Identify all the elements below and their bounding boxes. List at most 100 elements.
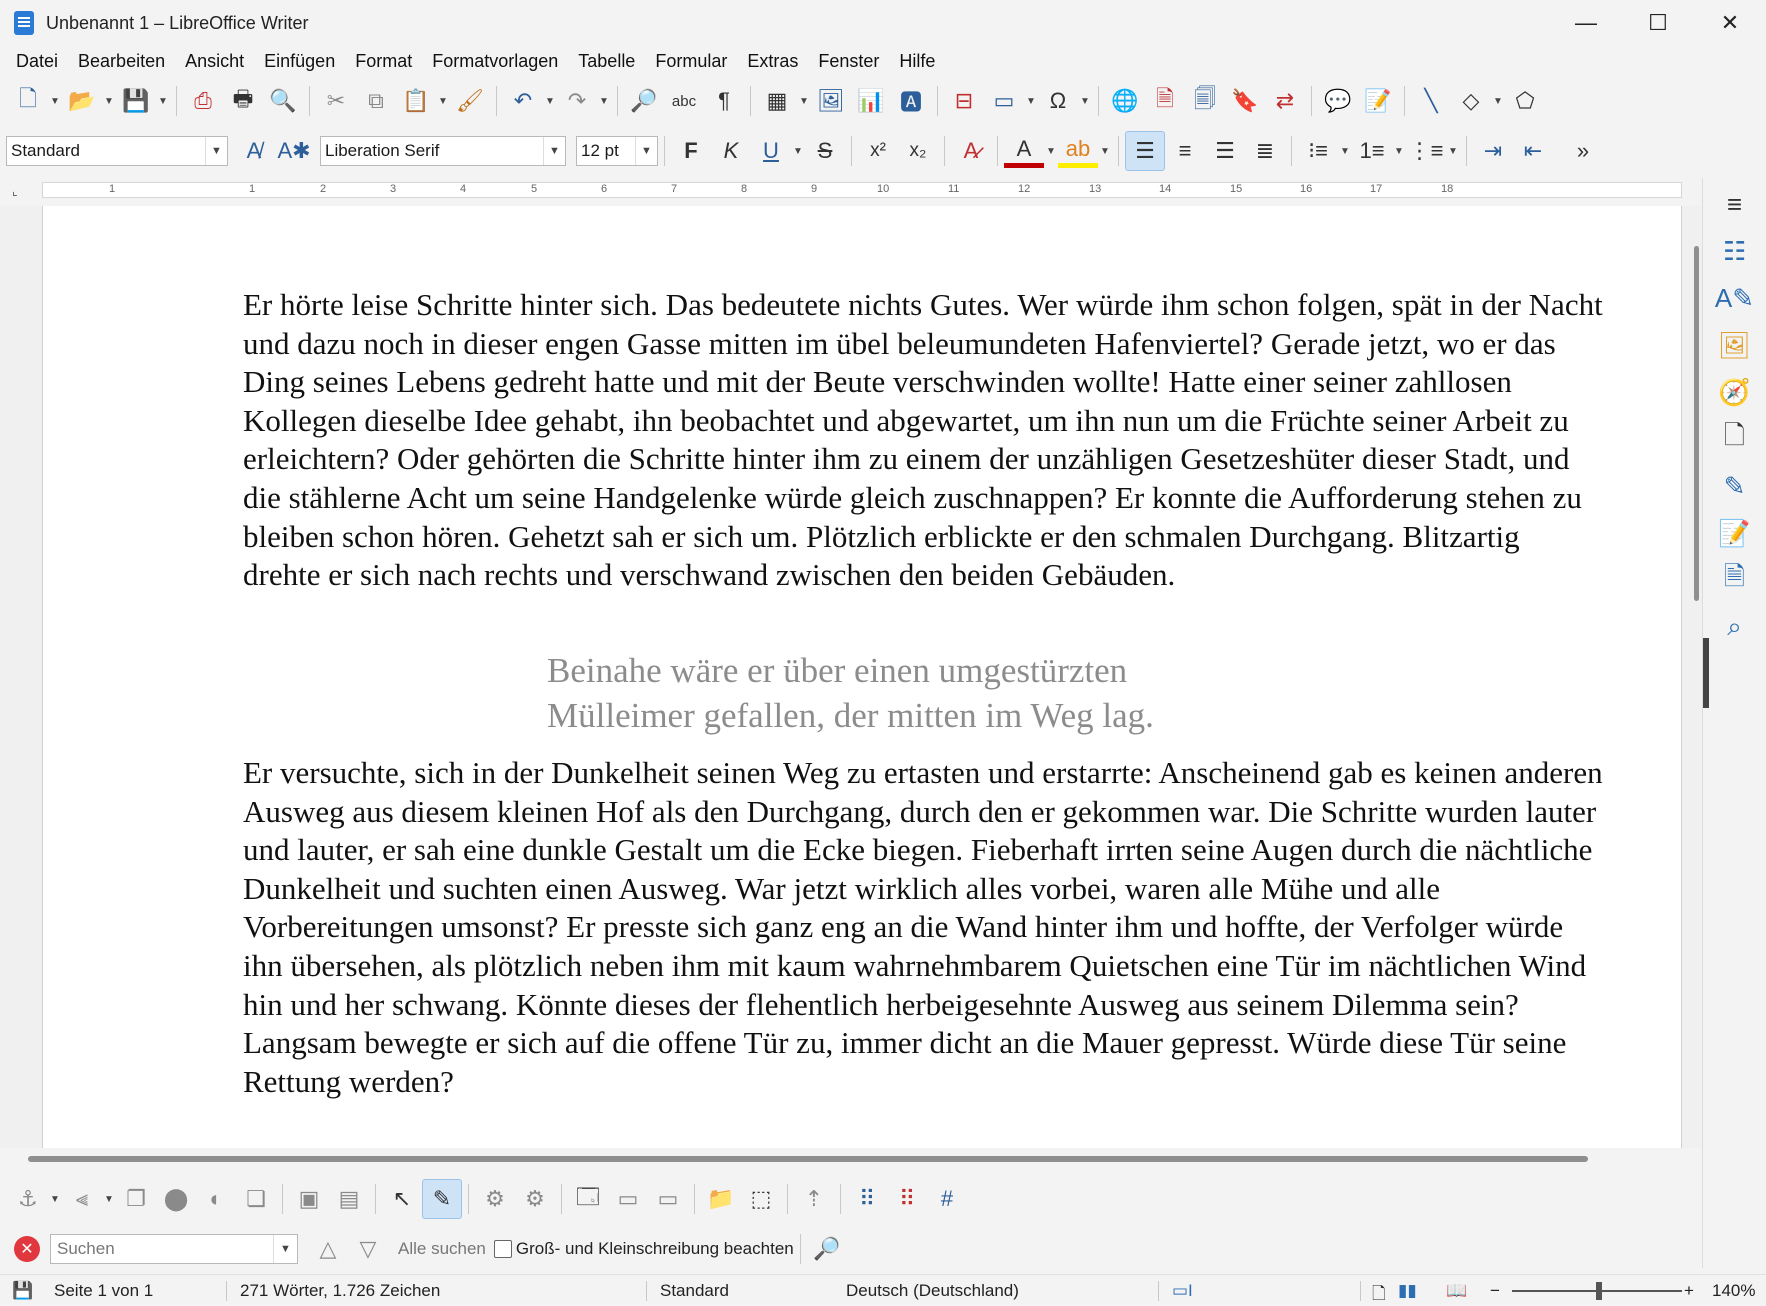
maximize-button[interactable]: ☐ (1622, 0, 1694, 46)
clear-formatting-icon[interactable]: A̷ (951, 131, 991, 171)
subscript-button[interactable]: x₂ (898, 131, 938, 171)
search-input[interactable]: Suchen ▼ (50, 1234, 298, 1264)
navigator-icon[interactable]: 🧭 (1715, 372, 1755, 412)
decrease-indent-icon[interactable]: ⇤ (1513, 131, 1553, 171)
justify-button[interactable]: ≣ (1245, 131, 1285, 171)
page-style-status[interactable]: Standard (660, 1281, 729, 1301)
extrusion-icon[interactable]: ⇡ (794, 1179, 834, 1219)
control-icon[interactable]: ▭ (608, 1179, 648, 1219)
chevron-down-icon[interactable]: ▼ (273, 1235, 297, 1263)
vertical-scroll-thumb[interactable] (1694, 246, 1699, 601)
page-break-icon[interactable]: ⊟ (944, 81, 984, 121)
footnote-icon[interactable]: 🗎 (1145, 81, 1185, 121)
find-all-button[interactable]: Alle suchen (398, 1239, 486, 1259)
find-sidebar-icon[interactable]: ⌕ (1715, 607, 1755, 647)
highlighting-dropdown-arrow[interactable]: ▼ (1098, 131, 1112, 171)
bullet-list-dropdown-arrow[interactable]: ▼ (1338, 131, 1352, 171)
menu-bearbeiten[interactable]: Bearbeiten (68, 51, 175, 72)
undo-icon[interactable]: ↶ (503, 81, 543, 121)
paste-icon[interactable]: 📋 (396, 81, 436, 121)
language-status[interactable]: Deutsch (Deutschland) (846, 1281, 1019, 1301)
menu-ansicht[interactable]: Ansicht (175, 51, 254, 72)
menu-format[interactable]: Format (345, 51, 422, 72)
quote-line-2[interactable]: Mülleimer gefallen, der mitten im Weg la… (547, 693, 1347, 738)
form-properties-icon[interactable]: ▭ (648, 1179, 688, 1219)
menu-einfuegen[interactable]: Einfügen (254, 51, 345, 72)
export-pdf-icon[interactable]: ⎙ (183, 81, 223, 121)
save-dropdown-arrow[interactable]: ▼ (156, 81, 170, 121)
gallery-icon[interactable]: 🖼 (1715, 325, 1755, 365)
find-next-icon[interactable]: ▽ (348, 1229, 388, 1269)
snap-to-grid-icon[interactable]: ⠿ (887, 1179, 927, 1219)
copy-icon[interactable]: ⧉ (356, 81, 396, 121)
highlighting-icon[interactable]: ab (1058, 134, 1098, 168)
styles-icon[interactable]: A✎ (1715, 278, 1755, 318)
new-dropdown-arrow[interactable]: ▼ (48, 81, 62, 121)
find-replace-icon[interactable]: 🔎 (807, 1229, 847, 1269)
page-icon[interactable]: 🗋 (1715, 419, 1755, 459)
document-page[interactable]: Er hörte leise Schritte hinter sich. Das… (42, 206, 1682, 1148)
multi-page-view-icon[interactable]: ▮▮ (1398, 1281, 1417, 1301)
redo-dropdown-arrow[interactable]: ▼ (597, 81, 611, 121)
to-background-icon[interactable]: ▤ (329, 1179, 369, 1219)
new-style-icon[interactable]: A✱ (274, 131, 314, 171)
basic-shapes-icon[interactable]: ◇ (1451, 81, 1491, 121)
single-page-view-icon[interactable]: 🗋 (1372, 1281, 1386, 1306)
print-icon[interactable]: 🖶 (223, 81, 263, 121)
font-color-dropdown-arrow[interactable]: ▼ (1044, 131, 1058, 171)
menu-formatvorlagen[interactable]: Formatvorlagen (422, 51, 568, 72)
match-case-label[interactable]: Groß- und Kleinschreibung beachten (516, 1239, 794, 1259)
zoom-level-status[interactable]: 140% (1712, 1281, 1755, 1301)
find-replace-icon[interactable]: 🔎 (624, 81, 664, 121)
insert-field-icon[interactable]: ▭ (984, 81, 1024, 121)
underline-button[interactable]: U (751, 131, 791, 171)
anchor-icon[interactable]: ⚓ (8, 1179, 48, 1219)
sidebar-menu-icon[interactable]: ≡ (1715, 184, 1755, 224)
superscript-button[interactable]: x² (858, 131, 898, 171)
forward-one-icon[interactable]: ⬤ (156, 1179, 196, 1219)
update-style-icon[interactable]: A̸ (234, 131, 274, 171)
ruler-bar[interactable]: 1 1 2 3 4 5 6 7 8 9 10 11 12 13 14 15 16… (42, 182, 1682, 198)
find-previous-icon[interactable]: △ (308, 1229, 348, 1269)
outline-list-dropdown-arrow[interactable]: ▼ (1446, 131, 1460, 171)
numbered-list-icon[interactable]: 1≡ (1352, 131, 1392, 171)
sidebar-collapse-handle[interactable] (1703, 638, 1709, 708)
insert-chart-icon[interactable]: 📊 (851, 81, 891, 121)
align-center-button[interactable]: ≡ (1165, 131, 1205, 171)
menu-formular[interactable]: Formular (645, 51, 737, 72)
page-number-status[interactable]: Seite 1 von 1 (54, 1281, 153, 1301)
open-dropdown-arrow[interactable]: ▼ (102, 81, 116, 121)
zoom-slider-thumb[interactable] (1596, 1282, 1602, 1300)
insert-table-icon[interactable]: ▦ (757, 81, 797, 121)
align-left-button[interactable]: ☰ (1125, 131, 1165, 171)
insert-textbox-icon[interactable]: 🅰 (891, 81, 931, 121)
ungroup-icon[interactable]: ⚙ (515, 1179, 555, 1219)
zoom-out-icon[interactable]: − (1490, 1281, 1500, 1301)
properties-icon[interactable]: ☷ (1715, 231, 1755, 271)
back-one-icon[interactable]: ◐ (196, 1179, 236, 1219)
chevron-down-icon[interactable]: ▼ (635, 137, 657, 165)
field-dropdown-arrow[interactable]: ▼ (1024, 81, 1038, 121)
menu-tabelle[interactable]: Tabelle (568, 51, 645, 72)
body-paragraph-2[interactable]: Er versuchte, sich in der Dunkelheit sei… (243, 754, 1603, 1101)
horizontal-scroll-thumb[interactable] (28, 1156, 1588, 1162)
print-preview-icon[interactable]: 🔍 (263, 81, 303, 121)
hyperlink-icon[interactable]: 🌐 (1105, 81, 1145, 121)
send-to-back-icon[interactable]: ❏ (236, 1179, 276, 1219)
open-folder-icon[interactable]: 📁 (701, 1179, 741, 1219)
chevron-down-icon[interactable]: ▼ (543, 137, 565, 165)
track-changes-icon[interactable]: 📝 (1358, 81, 1398, 121)
special-character-dropdown-arrow[interactable]: ▼ (1078, 81, 1092, 121)
to-foreground-icon[interactable]: ▣ (289, 1179, 329, 1219)
menu-hilfe[interactable]: Hilfe (889, 51, 945, 72)
form-design-icon[interactable]: 🗔 (568, 1179, 608, 1219)
save-icon[interactable]: 💾 (116, 81, 156, 121)
body-paragraph-1[interactable]: Er hörte leise Schritte hinter sich. Das… (243, 286, 1603, 595)
style-inspector-icon[interactable]: ✎ (1715, 466, 1755, 506)
zoom-in-icon[interactable]: + (1684, 1281, 1694, 1301)
select-arrow-icon[interactable]: ↖ (382, 1179, 422, 1219)
menu-extras[interactable]: Extras (737, 51, 808, 72)
bookmark-icon[interactable]: 🔖 (1225, 81, 1265, 121)
underline-dropdown-arrow[interactable]: ▼ (791, 131, 805, 171)
document-area[interactable]: Er hörte leise Schritte hinter sich. Das… (0, 206, 1690, 1148)
